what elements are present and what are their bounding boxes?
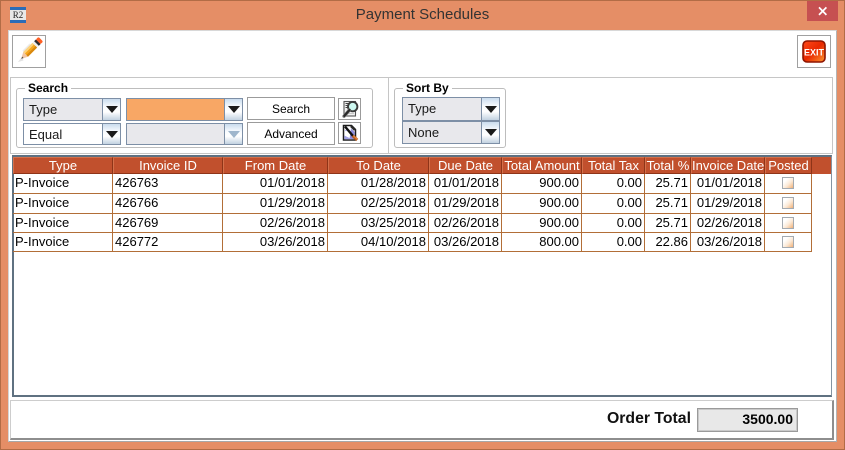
svg-text:EXIT: EXIT [804,48,825,58]
